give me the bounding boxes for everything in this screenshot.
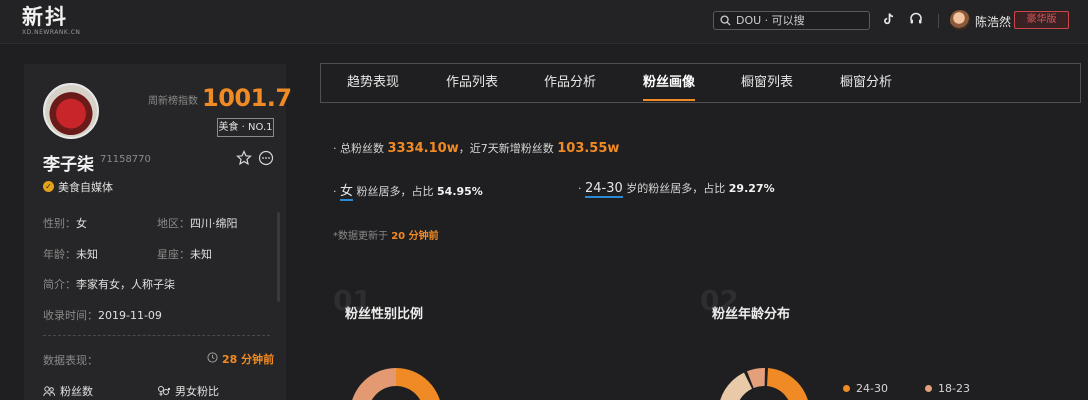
legend-dot — [843, 385, 850, 392]
new-fans-prefix: ，近7天新增粉丝数 — [458, 142, 558, 155]
gender-donut-chart[interactable] — [348, 366, 444, 400]
tab-works-list[interactable]: 作品列表 — [446, 64, 498, 102]
profile-uid: 71158770 — [100, 154, 151, 165]
index-value: 1001.7 — [202, 84, 292, 112]
tiktok-icon[interactable] — [881, 12, 897, 28]
gender-ratio-title: 粉丝性别比例 — [345, 307, 424, 322]
tab-trend[interactable]: 趋势表现 — [347, 64, 399, 102]
tab-bar: 趋势表现 作品列表 作品分析 粉丝画像 橱窗列表 橱窗分析 — [320, 63, 1081, 103]
note-time: 20 分钟前 — [391, 231, 439, 242]
headset-icon[interactable] — [908, 12, 924, 28]
user-avatar[interactable] — [950, 10, 970, 30]
search-box[interactable] — [713, 11, 870, 30]
zodiac-info: 星座：未知 — [157, 246, 212, 262]
intro-info: 简介：李家有女，人称子柒 — [43, 276, 175, 292]
zodiac-key: 星座： — [157, 248, 190, 261]
date-key: 收录时间： — [43, 309, 98, 322]
search-icon — [720, 15, 731, 26]
profile-panel: 周新榜指数 1001.7 美食 · NO.1 李子柒 71158770 ✓ 美食… — [24, 64, 292, 400]
age-summary: · 24-30 岁的粉丝居多，占比 29.27% — [578, 180, 775, 198]
rank-badge: 美食 · NO.1 — [217, 118, 274, 137]
note-prefix: *数据更新于 — [333, 231, 392, 242]
gender-value: 女 — [76, 217, 87, 230]
legend-label: 18-23 — [938, 382, 970, 395]
donut-slice-female[interactable] — [396, 368, 442, 400]
age-value: 未知 — [76, 248, 98, 261]
age-distribution-title: 粉丝年龄分布 — [712, 307, 791, 322]
user-name[interactable]: 陈浩然 — [975, 13, 1011, 30]
legend-item-18-23[interactable]: 18-23 — [925, 382, 970, 395]
vip-badge[interactable]: 豪华版 — [1014, 11, 1069, 29]
logo-text: 新抖 — [22, 5, 68, 29]
update-time: 28 分钟前 — [222, 353, 275, 366]
intro-value: 李家有女，人称子柒 — [76, 278, 175, 291]
index-label: 周新榜指数 — [148, 96, 198, 107]
star-icon[interactable] — [236, 150, 252, 166]
age-summary-text: 岁的粉丝居多，占比 — [622, 182, 729, 195]
intro-key: 简介： — [43, 278, 76, 291]
legend-label: 24-30 — [856, 382, 888, 395]
age-key: 年龄： — [43, 248, 76, 261]
region-value: 四川·绵阳 — [190, 217, 238, 230]
gender-ratio-icon — [158, 386, 170, 396]
fans-total-summary: · 总粉丝数 3334.10w，近7天新增粉丝数 103.55w — [333, 140, 619, 156]
legend-item-24-30[interactable]: 24-30 — [843, 382, 888, 395]
category-text: 美食自媒体 — [58, 181, 113, 194]
donut-slice-male[interactable] — [350, 368, 396, 400]
stat-fans-label: 粉丝数 — [60, 385, 93, 398]
stat-gender-label: 男女粉比 — [175, 385, 219, 398]
gender-percent: 54.95% — [437, 185, 483, 198]
stat-fans[interactable]: 粉丝数 — [43, 383, 93, 399]
clock-icon — [207, 352, 218, 363]
profile-avatar — [43, 83, 99, 139]
age-bullet: · — [578, 182, 585, 195]
gender-highlight: 女 — [340, 184, 354, 201]
zodiac-value: 未知 — [190, 248, 212, 261]
donut-slice-24-30[interactable] — [767, 368, 810, 400]
gender-summary: · 女 粉丝居多，占比 54.95% — [333, 180, 483, 201]
new-fans-value: 103.55w — [557, 141, 620, 156]
legend-dot — [925, 385, 932, 392]
verified-icon: ✓ — [43, 181, 54, 192]
logo[interactable]: 新抖 XD.NEWRANK.CN — [22, 6, 80, 36]
stat-gender-ratio[interactable]: 男女粉比 — [157, 383, 219, 399]
top-bar: 新抖 XD.NEWRANK.CN 陈浩然 豪华版 — [0, 0, 1088, 44]
tab-fans-profile[interactable]: 粉丝画像 — [643, 64, 696, 102]
region-key: 地区： — [157, 217, 190, 230]
age-highlight: 24-30 — [585, 181, 623, 198]
gender-info: 性别：女 — [43, 215, 87, 231]
total-prefix: · 总粉丝数 — [333, 142, 388, 155]
total-fans-value: 3334.10w — [387, 141, 459, 156]
divider — [43, 335, 270, 336]
fans-icon — [43, 386, 55, 397]
region-info: 地区：四川·绵阳 — [157, 215, 238, 231]
donut-slice-18-23[interactable] — [718, 372, 752, 400]
profile-scrollbar[interactable] — [277, 212, 280, 302]
date-info: 收录时间：2019-11-09 — [43, 307, 162, 323]
gender-key: 性别： — [43, 217, 76, 230]
data-label: 数据表现： — [43, 354, 98, 367]
profile-name: 李子柒 — [43, 155, 94, 175]
age-percent: 29.27% — [728, 182, 775, 195]
search-input[interactable] — [736, 14, 861, 27]
tab-works-analysis[interactable]: 作品分析 — [544, 64, 596, 102]
update-note: *数据更新于 20 分钟前 — [333, 227, 439, 242]
gender-bullet: · — [333, 185, 340, 198]
tab-shop-analysis[interactable]: 橱窗分析 — [840, 64, 892, 102]
more-icon[interactable] — [258, 150, 274, 166]
age-info: 年龄：未知 — [43, 246, 98, 262]
date-value: 2019-11-09 — [98, 309, 162, 322]
header-divider — [938, 14, 939, 28]
logo-subtext: XD.NEWRANK.CN — [22, 29, 81, 36]
tab-shop-list[interactable]: 橱窗列表 — [741, 64, 793, 102]
age-donut-chart[interactable] — [716, 366, 812, 400]
gender-summary-text: 粉丝居多，占比 — [353, 185, 438, 198]
